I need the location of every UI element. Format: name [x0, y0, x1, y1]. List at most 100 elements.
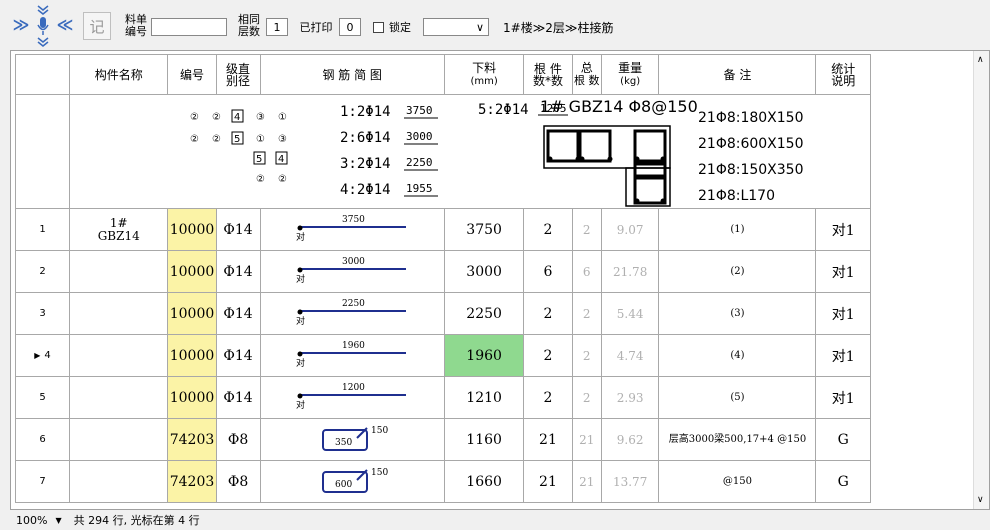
stats-cell[interactable]: G	[815, 418, 871, 461]
total-cell[interactable]: 21	[571, 418, 602, 461]
total-cell[interactable]: 2	[571, 334, 602, 377]
remark-cell[interactable]: (4)	[658, 334, 817, 377]
grade-cell[interactable]: Φ8	[215, 418, 261, 461]
printed-count-input[interactable]: 0	[339, 18, 361, 36]
total-cell[interactable]: 21	[571, 460, 602, 503]
remark-cell[interactable]: (5)	[658, 376, 817, 419]
length-cell[interactable]: 1660	[443, 460, 525, 503]
grade-cell[interactable]: Φ14	[215, 334, 261, 377]
stats-cell[interactable]: G	[815, 460, 871, 503]
shape-cell[interactable]: 600 150	[259, 460, 445, 503]
member-name-cell[interactable]	[68, 418, 169, 461]
remark-cell[interactable]: 层高3000梁500,17+4 @150	[658, 418, 817, 461]
shape-cell[interactable]: 350 150	[259, 418, 445, 461]
table-row[interactable]: 1 1# GBZ14 10000 Φ14 3750 对 3750 2 2 9.07 …	[15, 208, 871, 251]
member-name-cell[interactable]	[68, 292, 169, 335]
weight-cell[interactable]: 21.78	[600, 250, 660, 293]
stats-cell[interactable]: 对1	[815, 250, 871, 293]
member-name-cell[interactable]	[68, 250, 169, 293]
roots-cell[interactable]: 2	[523, 334, 573, 377]
zoom-dropdown-icon[interactable]: ▼	[55, 516, 61, 525]
row-number-cell[interactable]: 6	[15, 418, 70, 461]
same-floors-input[interactable]: 1	[266, 18, 288, 36]
shape-cell[interactable]: 1960 对	[259, 334, 445, 377]
header-sketch[interactable]: 钢 筋 简 图	[259, 54, 445, 95]
remark-cell[interactable]: (1)	[658, 208, 817, 251]
grade-cell[interactable]: Φ14	[215, 208, 261, 251]
floor-select[interactable]: ∨	[423, 18, 489, 36]
weight-cell[interactable]: 9.07	[600, 208, 660, 251]
table-row[interactable]: 3 10000 Φ14 2250 对 2250 2 2 5.44 (3) 对1	[15, 292, 871, 335]
header-weight[interactable]: 重量 (kg)	[600, 54, 660, 95]
roots-cell[interactable]: 21	[523, 460, 573, 503]
total-cell[interactable]: 6	[571, 250, 602, 293]
member-name-cell[interactable]: 1# GBZ14	[68, 208, 169, 251]
length-cell[interactable]: 3000	[443, 250, 525, 293]
shape-cell[interactable]: 3750 对	[259, 208, 445, 251]
header-total[interactable]: 总根 数	[571, 54, 602, 95]
shape-cell[interactable]: 2250 对	[259, 292, 445, 335]
weight-cell[interactable]: 2.93	[600, 376, 660, 419]
vertical-scrollbar[interactable]: ∧ ∨	[973, 51, 989, 509]
length-cell[interactable]: 1210	[443, 376, 525, 419]
length-cell[interactable]: 2250	[443, 292, 525, 335]
header-grade[interactable]: 级直 别径	[215, 54, 261, 95]
code-cell[interactable]: 10000	[167, 334, 217, 377]
row-number-cell[interactable]: ▶ 4	[15, 334, 70, 377]
table-row[interactable]: 2 10000 Φ14 3000 对 3000 6 6 21.78 (2) 对1	[15, 250, 871, 293]
weight-cell[interactable]: 4.74	[600, 334, 660, 377]
member-name-cell[interactable]	[68, 334, 169, 377]
code-cell[interactable]: 10000	[167, 208, 217, 251]
zoom-level[interactable]: 100%	[16, 514, 47, 527]
table-row[interactable]: 5 10000 Φ14 1200 对 1210 2 2 2.93 (5) 对1	[15, 376, 871, 419]
code-cell[interactable]: 74203	[167, 460, 217, 503]
code-cell[interactable]: 10000	[167, 292, 217, 335]
roots-cell[interactable]: 2	[523, 376, 573, 419]
roots-cell[interactable]: 6	[523, 250, 573, 293]
row-number-cell[interactable]: 2	[15, 250, 70, 293]
roots-cell[interactable]: 21	[523, 418, 573, 461]
next-arrow-icon[interactable]: ≫	[13, 14, 30, 34]
remark-cell[interactable]: (2)	[658, 250, 817, 293]
scroll-down-icon[interactable]: ∨	[977, 495, 984, 505]
roots-cell[interactable]: 2	[523, 208, 573, 251]
roots-cell[interactable]: 2	[523, 292, 573, 335]
grade-cell[interactable]: Φ14	[215, 250, 261, 293]
material-number-input[interactable]	[151, 18, 227, 36]
row-number-cell[interactable]: 3	[15, 292, 70, 335]
table-row[interactable]: 7 74203 Φ8 600 150 1660 21 21 13.77 @150 …	[15, 460, 871, 503]
header-length[interactable]: 下料 (mm)	[443, 54, 525, 95]
remark-cell[interactable]: @150	[658, 460, 817, 503]
stats-cell[interactable]: 对1	[815, 292, 871, 335]
total-cell[interactable]: 2	[571, 208, 602, 251]
length-cell[interactable]: 1960	[443, 334, 525, 377]
remark-cell[interactable]: (3)	[658, 292, 817, 335]
scroll-up-icon[interactable]: ∧	[977, 55, 984, 65]
row-number-cell[interactable]: 7	[15, 460, 70, 503]
header-roots[interactable]: 根 件数*数	[523, 54, 573, 95]
grade-cell[interactable]: Φ14	[215, 292, 261, 335]
grade-cell[interactable]: Φ14	[215, 376, 261, 419]
microphone-icon[interactable]	[35, 4, 51, 48]
code-cell[interactable]: 74203	[167, 418, 217, 461]
table-row[interactable]: 6 74203 Φ8 350 150 1160 21 21 9.62 层高3000…	[15, 418, 871, 461]
header-number[interactable]: 编号	[167, 54, 217, 95]
stats-cell[interactable]: 对1	[815, 334, 871, 377]
table-row[interactable]: ▶ 4 10000 Φ14 1960 对 1960 2 2 4.74 (4) 对1	[15, 334, 871, 377]
row-number-cell[interactable]: 5	[15, 376, 70, 419]
code-cell[interactable]: 10000	[167, 376, 217, 419]
length-cell[interactable]: 3750	[443, 208, 525, 251]
header-remark[interactable]: 备 注	[658, 54, 817, 95]
member-name-cell[interactable]	[68, 460, 169, 503]
grade-cell[interactable]: Φ8	[215, 460, 261, 503]
row-number-cell[interactable]: 1	[15, 208, 70, 251]
code-cell[interactable]: 10000	[167, 250, 217, 293]
weight-cell[interactable]: 13.77	[600, 460, 660, 503]
shape-cell[interactable]: 3000 对	[259, 250, 445, 293]
member-name-cell[interactable]	[68, 376, 169, 419]
header-stats[interactable]: 统计 说明	[815, 54, 871, 95]
column-diagram-cell[interactable]: ② ② 4 ③ ① ② ② 5 ① ③ 5 4 ② ② 1:2Φ14 3750 2:6Φ14 3000 3:2Φ1…	[69, 94, 871, 209]
shape-cell[interactable]: 1200 对	[259, 376, 445, 419]
weight-cell[interactable]: 5.44	[600, 292, 660, 335]
lock-checkbox[interactable]	[373, 22, 384, 33]
